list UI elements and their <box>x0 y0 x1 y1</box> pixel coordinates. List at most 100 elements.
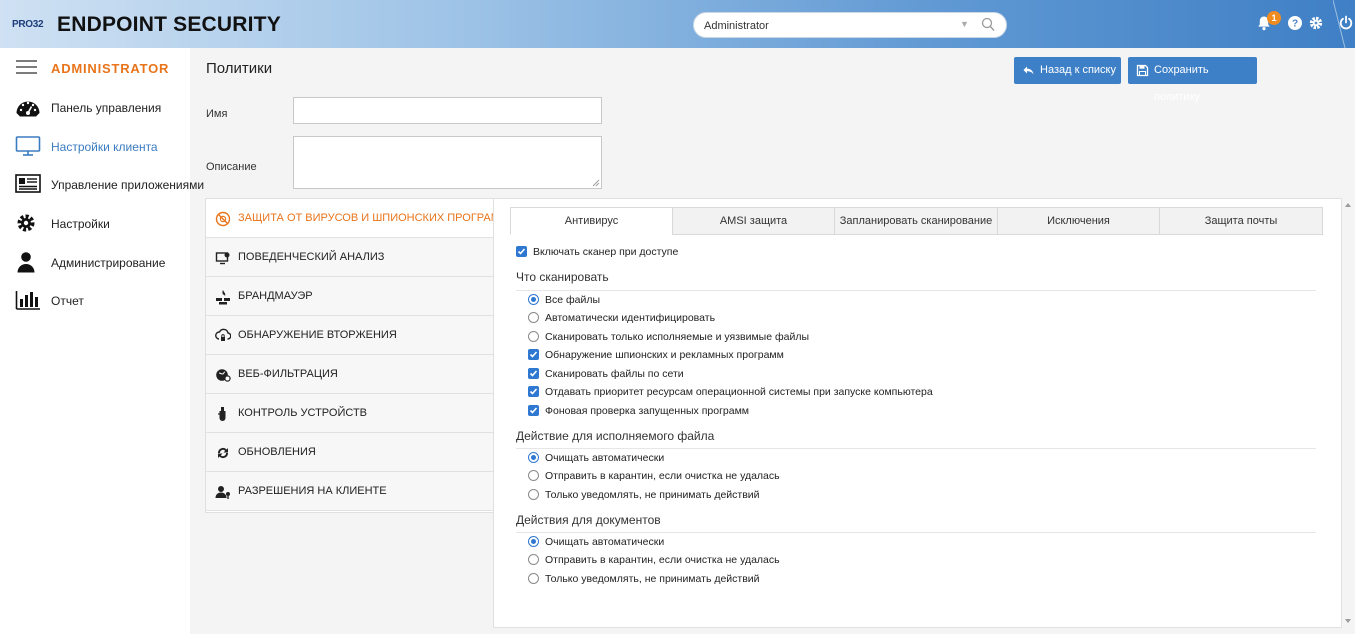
scan-network-files-checkbox[interactable] <box>528 368 539 379</box>
sidebar-item-label: Настройки клиента <box>51 140 158 154</box>
dashboard-icon <box>16 101 40 117</box>
save-policy-label: Сохранить политику <box>1154 64 1209 103</box>
top-header: PRO32 ENDPOINT SECURITY Administrator ▼ … <box>0 0 1355 48</box>
section-antivirus[interactable]: ЗАЩИТА ОТ ВИРУСОВ И ШПИОНСКИХ ПРОГРАММ <box>206 199 509 238</box>
tab-amsi[interactable]: AMSI защита <box>672 207 835 235</box>
back-to-list-button[interactable]: Назад к списку <box>1014 57 1121 84</box>
web-filter-icon <box>216 369 231 382</box>
checkmark-icon <box>517 248 526 255</box>
option-label: Только уведомлять, не принимать действий <box>545 573 760 585</box>
exec-quarantine-radio[interactable] <box>528 470 539 481</box>
enable-scanner-label: Включать сканер при доступе <box>533 246 679 258</box>
os-priority-checkbox[interactable] <box>528 386 539 397</box>
virus-shield-icon <box>215 211 231 227</box>
power-icon[interactable] <box>1338 15 1354 31</box>
tab-scheduled-scan[interactable]: Запланировать сканирование <box>834 207 998 235</box>
section-firewall[interactable]: БРАНДМАУЭР <box>206 277 494 316</box>
menu-icon[interactable] <box>16 60 37 74</box>
checkmark-icon <box>529 388 538 395</box>
section-behavior[interactable]: ПОВЕДЕНЧЕСКИЙ АНАЛИЗ <box>206 238 494 277</box>
sidebar-item-report[interactable]: Отчет <box>0 285 190 315</box>
divider <box>516 448 1316 449</box>
sidebar-item-label: Отчет <box>51 294 84 308</box>
scan-all-files-radio[interactable] <box>528 294 539 305</box>
left-sidebar: ADMINISTRATOR Панель управления Настройк… <box>0 48 204 634</box>
settings-tabs: Антивирус AMSI защита Запланировать скан… <box>510 207 1323 235</box>
doc-notify-only-radio[interactable] <box>528 573 539 584</box>
section-label: ОБНАРУЖЕНИЕ ВТОРЖЕНИЯ <box>238 329 397 341</box>
notification-badge: 1 <box>1267 11 1281 25</box>
section-updates[interactable]: ОБНОВЛЕНИЯ <box>206 433 494 472</box>
sidebar-item-administration[interactable]: Администрирование <box>0 247 190 277</box>
name-input[interactable] <box>293 97 602 124</box>
detect-spyware-checkbox[interactable] <box>528 349 539 360</box>
section-label: ОБНОВЛЕНИЯ <box>238 446 316 458</box>
section-client-permissions[interactable]: РАЗРЕШЕНИЯ НА КЛИЕНТЕ <box>206 472 494 511</box>
sidebar-item-label: Управление приложениями <box>51 178 205 192</box>
divider <box>516 532 1316 533</box>
device-icon <box>218 407 226 421</box>
section-label: БРАНДМАУЭР <box>238 290 313 302</box>
option-label: Отправить в карантин, если очистка не уд… <box>545 554 780 566</box>
save-icon <box>1136 64 1149 77</box>
description-textarea[interactable] <box>293 136 602 189</box>
search-value: Administrator <box>704 20 769 32</box>
exec-action-title: Действие для исполняемого файла <box>516 429 715 443</box>
sidebar-item-app-management[interactable]: Управление приложениями <box>0 169 204 199</box>
sidebar-item-settings[interactable]: Настройки <box>0 208 190 238</box>
behavior-icon <box>215 252 230 265</box>
exec-clean-auto-radio[interactable] <box>528 452 539 463</box>
save-policy-button[interactable]: Сохранить политику <box>1128 57 1257 103</box>
scan-executables-radio[interactable] <box>528 331 539 342</box>
monitor-icon <box>15 136 41 156</box>
sidebar-item-label: Настройки <box>51 217 110 231</box>
what-to-scan-title: Что сканировать <box>516 270 609 284</box>
section-label: РАЗРЕШЕНИЯ НА КЛИЕНТЕ <box>238 485 387 497</box>
description-label: Описание <box>206 161 257 173</box>
option-label: Обнаружение шпионских и рекламных програ… <box>545 349 784 361</box>
tab-exclusions[interactable]: Исключения <box>997 207 1160 235</box>
sidebar-item-label: Панель управления <box>51 101 162 115</box>
firewall-icon <box>216 290 230 305</box>
policy-sections: ЗАЩИТА ОТ ВИРУСОВ И ШПИОНСКИХ ПРОГРАММ П… <box>205 198 509 513</box>
antivirus-settings-panel: Антивирус AMSI защита Запланировать скан… <box>493 198 1342 628</box>
doc-quarantine-radio[interactable] <box>528 554 539 565</box>
brand-title: ENDPOINT SECURITY <box>57 13 281 36</box>
divider <box>516 290 1316 291</box>
enable-scanner-checkbox[interactable] <box>516 246 527 257</box>
exec-notify-only-radio[interactable] <box>528 489 539 500</box>
scroll-down-icon <box>1345 619 1351 623</box>
background-scan-checkbox[interactable] <box>528 405 539 416</box>
option-label: Очищать автоматически <box>545 536 665 548</box>
chevron-down-icon[interactable]: ▼ <box>960 19 969 29</box>
scroll-up-icon <box>1345 203 1351 207</box>
doc-clean-auto-radio[interactable] <box>528 536 539 547</box>
resize-handle-icon[interactable] <box>592 179 600 187</box>
section-device-control[interactable]: КОНТРОЛЬ УСТРОЙСТВ <box>206 394 494 433</box>
vertical-scrollbar[interactable] <box>1343 198 1353 628</box>
admin-label: ADMINISTRATOR <box>51 61 170 76</box>
option-label: Сканировать только исполняемые и уязвимы… <box>545 331 810 343</box>
update-icon <box>217 447 229 459</box>
sidebar-item-label: Администрирование <box>51 256 166 270</box>
help-icon[interactable]: ? <box>1287 15 1303 31</box>
section-label: ЗАЩИТА ОТ ВИРУСОВ И ШПИОНСКИХ ПРОГРАММ <box>238 212 510 224</box>
undo-arrow-icon <box>1023 66 1034 75</box>
name-label: Имя <box>206 108 228 120</box>
scan-auto-identify-radio[interactable] <box>528 312 539 323</box>
report-icon <box>15 291 40 310</box>
option-label: Очищать автоматически <box>545 452 665 464</box>
section-intrusion[interactable]: ОБНАРУЖЕНИЕ ВТОРЖЕНИЯ <box>206 316 494 355</box>
search-icon[interactable] <box>980 16 996 34</box>
gear-icon[interactable] <box>1308 15 1324 31</box>
checkmark-icon <box>529 351 538 358</box>
back-to-list-label: Назад к списку <box>1040 64 1116 76</box>
sidebar-item-client-settings[interactable]: Настройки клиента <box>0 131 190 161</box>
option-label: Отдавать приоритет ресурсам операционной… <box>545 386 933 398</box>
section-web-filter[interactable]: ВЕБ-ФИЛЬТРАЦИЯ <box>206 355 494 394</box>
section-label: КОНТРОЛЬ УСТРОЙСТВ <box>238 407 368 419</box>
tab-mail-protection[interactable]: Защита почты <box>1159 207 1323 235</box>
user-search-select[interactable]: Administrator ▼ <box>693 12 1007 38</box>
tab-antivirus[interactable]: Антивирус <box>510 207 673 235</box>
sidebar-item-dashboard[interactable]: Панель управления <box>0 92 190 122</box>
